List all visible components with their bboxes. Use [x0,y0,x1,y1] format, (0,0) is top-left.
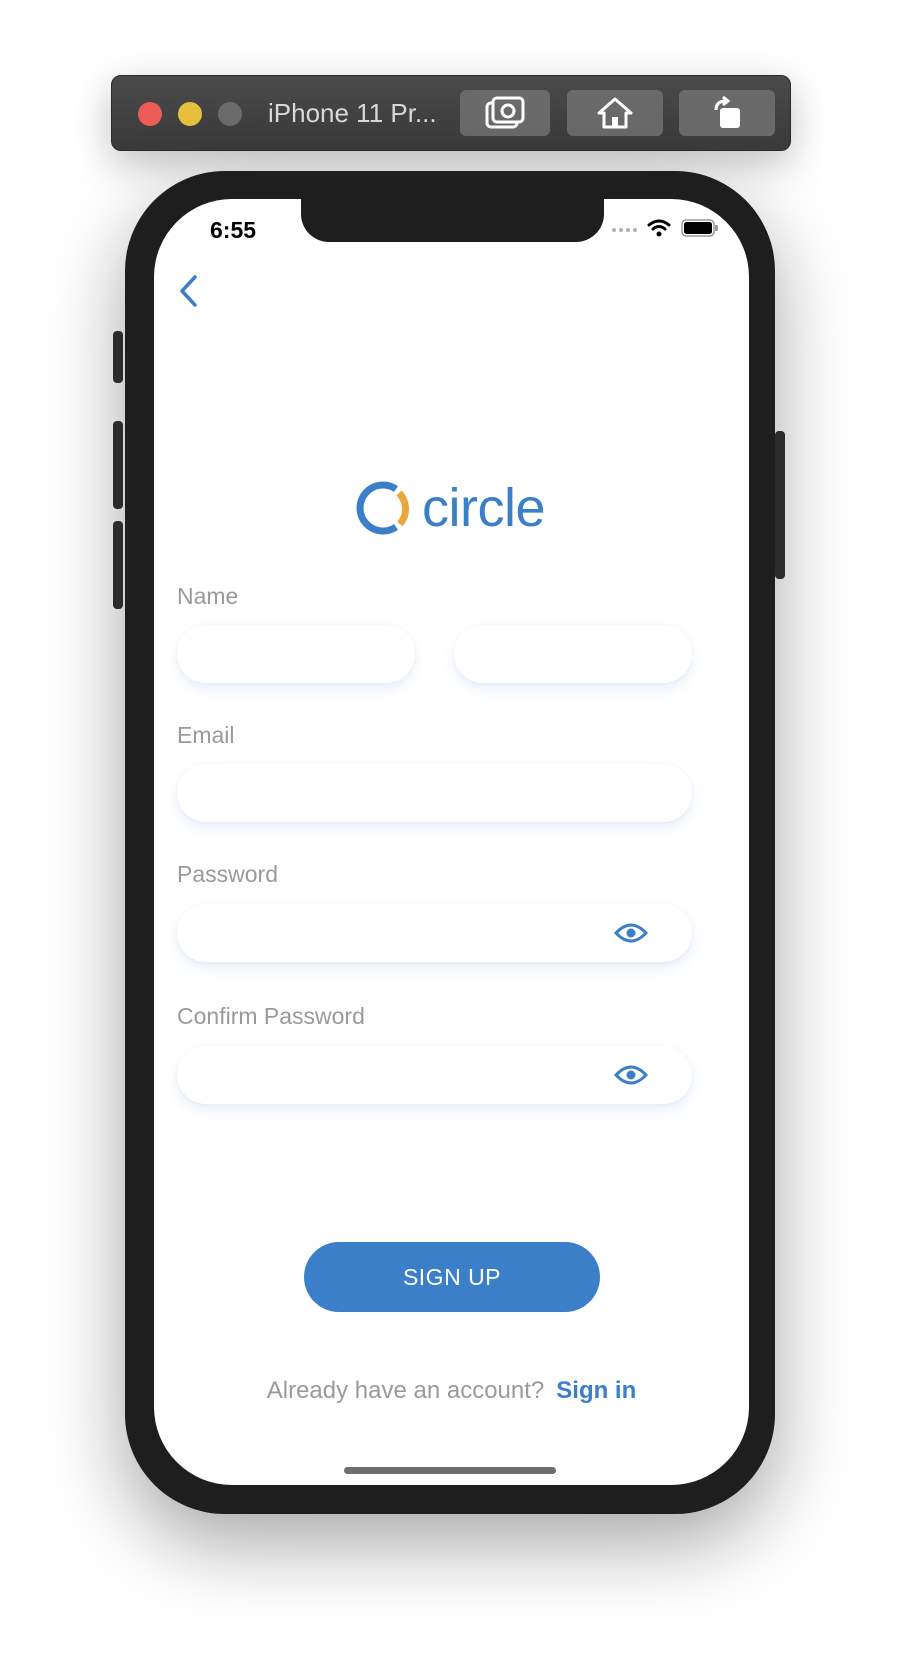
phone-screen: 6:55 circle Name Email Password Confirm … [154,199,749,1485]
email-label: Email [177,722,235,748]
rotate-button[interactable] [679,90,775,136]
home-icon [597,97,633,129]
signin-prompt-text: Already have an account? [266,1377,545,1404]
home-indicator[interactable] [344,1467,556,1474]
email-input[interactable] [177,764,692,822]
home-button[interactable] [567,90,663,136]
eye-icon [614,1065,648,1085]
cellular-icon [612,228,637,232]
chevron-left-icon [180,275,197,307]
status-time: 6:55 [210,217,257,243]
signup-button[interactable]: SIGN UP [304,1242,600,1312]
logo-wordmark: circle [422,478,546,538]
simulator-title: iPhone 11 Pr... [268,98,437,128]
simulator-toolbar: iPhone 11 Pr... [111,75,791,151]
last-name-input[interactable] [454,625,692,683]
first-name-input[interactable] [177,625,415,683]
window-minimize-button[interactable] [178,102,202,126]
signin-prompt: Already have an account? Sign in [154,1377,749,1405]
volume-down-button [113,521,123,609]
notch [301,199,604,242]
password-visibility-toggle[interactable] [613,918,649,948]
wifi-icon [647,219,671,237]
rotate-icon [714,96,740,128]
screenshot-icon [485,96,525,129]
eye-icon [614,923,648,943]
confirm-password-visibility-toggle[interactable] [613,1060,649,1090]
circle-logo-icon [356,481,409,535]
power-button [775,431,785,579]
signin-link[interactable]: Sign in [556,1377,636,1405]
window-close-button[interactable] [138,102,162,126]
back-button[interactable] [168,271,208,311]
status-icons [611,219,719,237]
password-label: Password [177,861,278,887]
app-logo: circle [356,477,546,539]
battery-icon [681,219,718,237]
silent-switch [113,331,123,383]
window-zoom-button[interactable] [218,102,242,126]
confirm-password-label: Confirm Password [177,1003,365,1029]
name-label: Name [177,583,239,609]
volume-up-button [113,421,123,509]
screenshot-button[interactable] [460,90,550,136]
